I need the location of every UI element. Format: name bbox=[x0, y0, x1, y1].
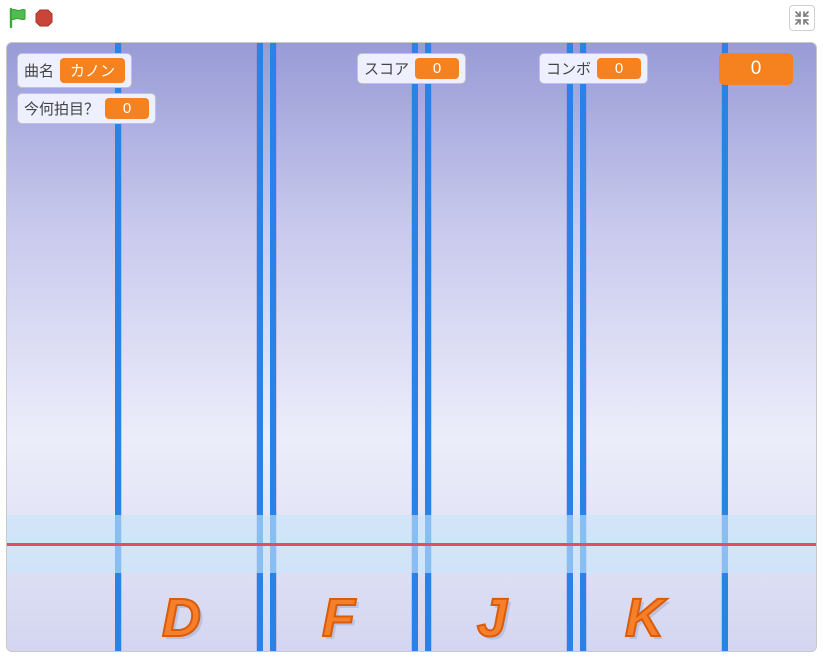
monitor-beat-value: 0 bbox=[105, 98, 149, 119]
key-label-f: F bbox=[322, 587, 355, 649]
monitor-score-label: スコア bbox=[364, 58, 409, 79]
monitor-combo-label: コンボ bbox=[546, 58, 591, 79]
monitor-combo-value: 0 bbox=[597, 58, 641, 79]
monitor-plain: 0 bbox=[719, 53, 793, 85]
monitor-song-label: 曲名 bbox=[24, 60, 54, 81]
monitor-score-value: 0 bbox=[415, 58, 459, 79]
stop-icon[interactable] bbox=[34, 8, 54, 28]
stage-controls bbox=[0, 0, 823, 36]
key-label-k: K bbox=[625, 587, 664, 649]
green-flag-icon[interactable] bbox=[8, 7, 28, 29]
monitor-beat: 今何拍目？ 0 bbox=[17, 93, 156, 124]
hit-line bbox=[7, 543, 816, 546]
monitor-song: 曲名 カノン bbox=[17, 53, 132, 88]
monitor-beat-label: 今何拍目？ bbox=[24, 98, 99, 119]
monitor-song-value: カノン bbox=[60, 58, 125, 83]
key-label-j: J bbox=[477, 587, 507, 649]
exit-fullscreen-icon[interactable] bbox=[789, 5, 815, 31]
stage: D F J K 曲名 カノン 今何拍目？ 0 スコア 0 コンボ 0 0 bbox=[6, 42, 817, 652]
key-label-d: D bbox=[162, 587, 201, 649]
monitor-combo: コンボ 0 bbox=[539, 53, 648, 84]
monitor-score: スコア 0 bbox=[357, 53, 466, 84]
